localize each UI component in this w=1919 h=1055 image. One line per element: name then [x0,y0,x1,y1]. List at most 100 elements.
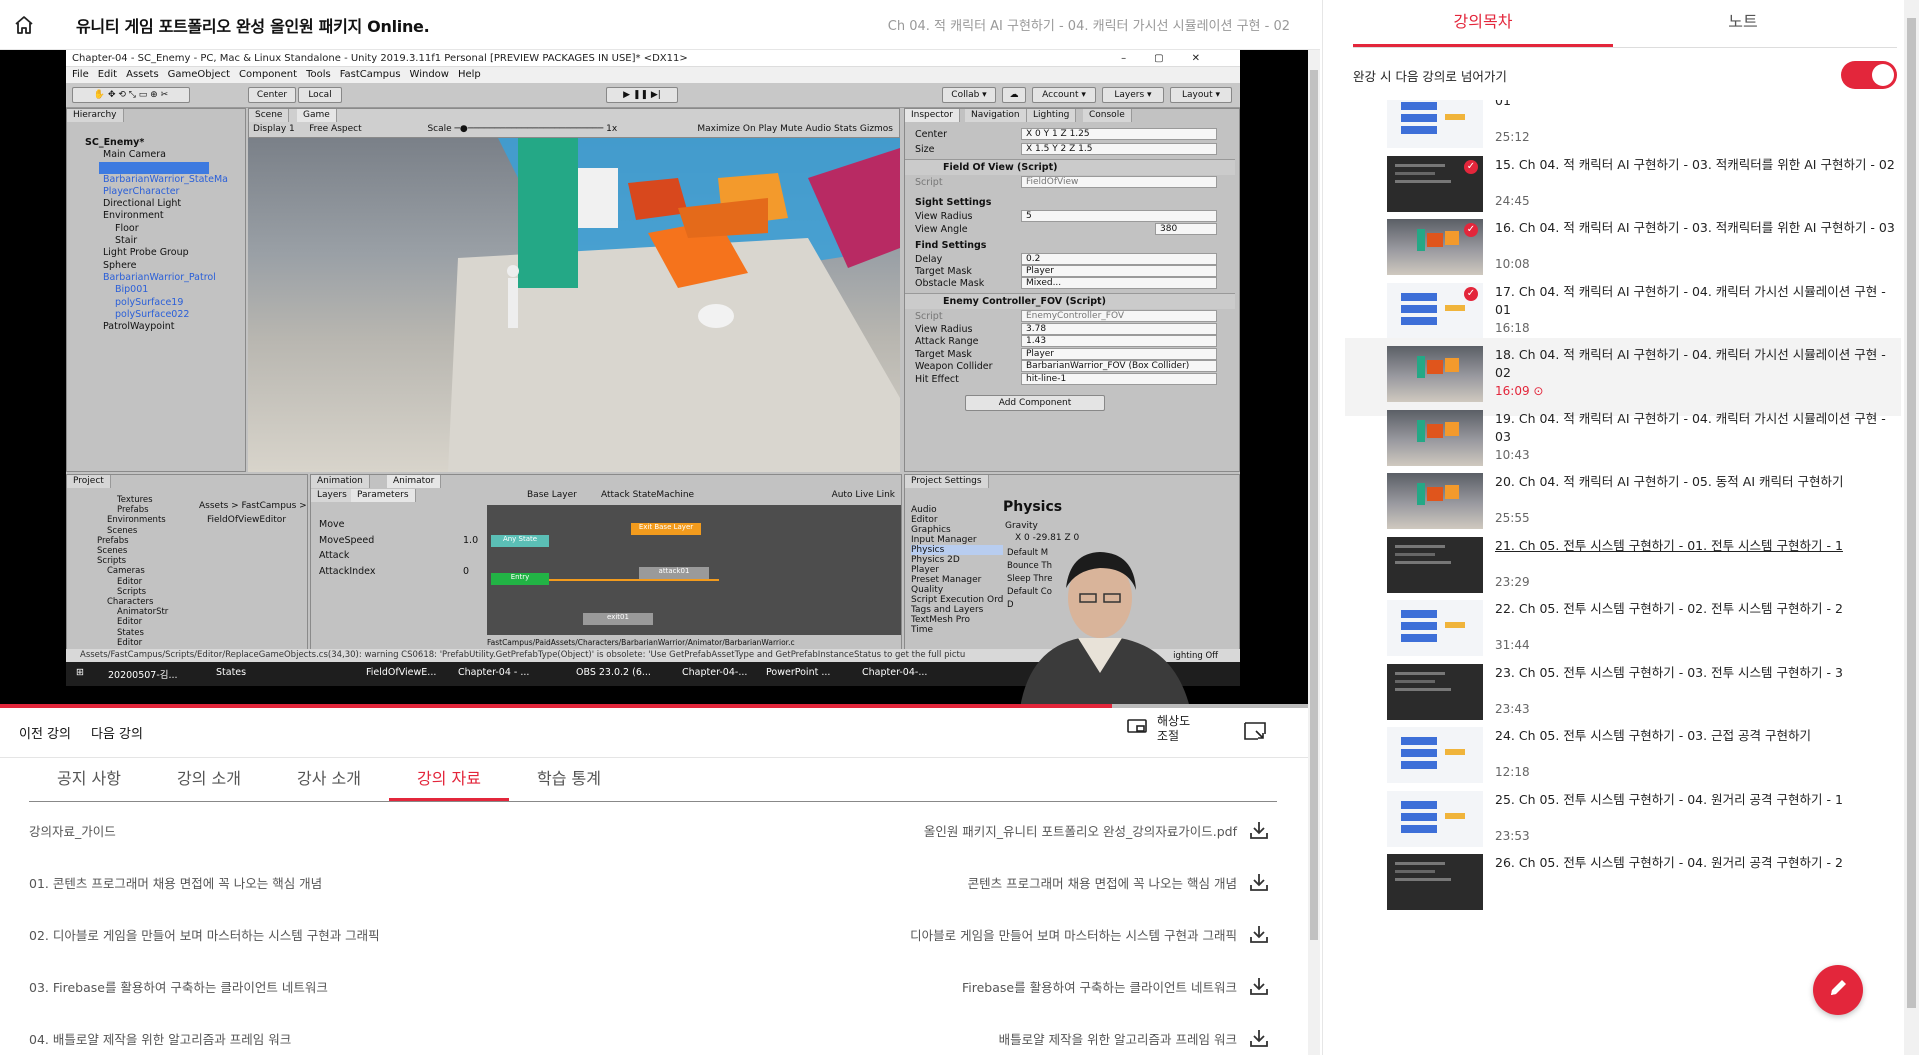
playing-icon: ⊙ [1533,384,1544,398]
menu-edit: Edit [97,69,118,80]
lecture-thumbnail: ✓ [1387,219,1483,275]
header: 유니티 게임 포트폴리오 완성 올인원 패키지 Online. Ch 04. 적… [0,0,1320,50]
lecture-title: 21. Ch 05. 전투 시스템 구현하기 - 01. 전투 시스템 구현하기… [1495,537,1843,553]
download-icon[interactable] [1249,976,1269,996]
animator-panel: Animation Animator Layers Parameters Bas… [310,474,902,650]
material-file-link[interactable]: 콘텐츠 프로그래머 채용 면접에 꼭 나오는 핵심 개념 [968,873,1237,892]
pivot-center: Center [248,87,296,103]
course-title: 유니티 게임 포트폴리오 완성 올인원 패키지 Online. [76,16,430,36]
autoplay-row: 완강 시 다음 강의로 넘어가기 [1353,58,1897,92]
animator-parameters: Move MoveSpeed 1.0 Attack AttackIndex 0 [319,519,479,577]
lecture-item[interactable]: 26. Ch 05. 전투 시스템 구현하기 - 04. 원거리 공격 구현하기… [1345,846,1901,924]
hierarchy-list: SC_Enemy* Main Camera BarbarianWarrior_S… [85,137,229,333]
material-row: 04. 배틀로얄 제작을 위한 알고리즘과 프레임 워크 배틀로얄 제작을 위한 … [29,1012,1269,1055]
game-tab: Game [297,109,337,122]
tab-instructor-intro[interactable]: 강사 소개 [269,760,389,801]
console-tab: Console [1083,109,1132,122]
material-row: 강의자료_가이드 올인원 패키지_유니티 포트폴리오 완성_강의자료가이드.pdf [29,804,1269,856]
fullscreen-icon[interactable] [1244,722,1266,744]
menu-help: Help [457,69,481,80]
tab-materials[interactable]: 강의 자료 [389,760,509,801]
lecture-thumbnail [1387,600,1483,656]
lecture-title: 16. Ch 04. 적 캐릭터 AI 구현하기 - 03. 적캐릭터를 위한 … [1495,220,1895,235]
next-lecture-button[interactable]: 다음 강의 [91,723,143,742]
material-row: 03. Firebase를 활용하여 구축하는 클라이언트 네트워크 Fireba… [29,960,1269,1012]
lecture-title: 23. Ch 05. 전투 시스템 구현하기 - 03. 전투 시스템 구현하기… [1495,664,1843,680]
note-edit-button[interactable] [1813,965,1863,1015]
tab-notes[interactable]: 노트 [1613,0,1873,47]
instructor-webcam [1000,538,1200,708]
collab-dropdown: Collab ▾ [942,87,996,103]
tab-learning-stats[interactable]: 학습 통계 [509,760,629,801]
lecture-thumbnail [1387,790,1483,847]
menu-fastcampus: FastCampus [339,69,401,80]
tab-course-intro[interactable]: 강의 소개 [149,760,269,801]
material-title: 04. 배틀로얄 제작을 위한 알고리즘과 프레임 워크 [29,1031,292,1047]
lecture-duration: 23:29 [1495,574,1530,589]
resolution-button[interactable]: 해상도 조절 [1127,714,1197,744]
lecture-duration: 16:18 [1495,320,1530,335]
lecture-title: 20. Ch 04. 적 캐릭터 AI 구현하기 - 05. 동적 AI 캐릭터… [1495,474,1844,489]
lecture-duration: 23:43 [1495,701,1530,716]
lecture-thumbnail [1387,536,1483,593]
menu-assets: Assets [126,69,159,80]
material-row: 02. 디아블로 게임을 만들어 보며 마스터하는 시스템 구현과 그래픽 디아블… [29,908,1269,960]
menu-tools: Tools [306,69,331,80]
completed-check-icon: ✓ [1464,223,1478,237]
tab-curriculum[interactable]: 강의목차 [1353,0,1613,47]
unity-menu: File Edit Assets GameObject Component Tools Fa… [66,67,1240,83]
account-dropdown: Account ▾ [1032,87,1096,103]
hierarchy-tab: Hierarchy [67,109,124,122]
download-icon[interactable] [1249,872,1269,892]
project-tab: Project [67,475,111,488]
main-scrollbar-thumb[interactable] [1310,70,1318,940]
lecture-duration: 31:44 [1495,638,1530,652]
completed-check-icon: ✓ [1464,286,1478,301]
lecture-duration: 23:53 [1495,828,1530,843]
lecture-thumbnail [1387,100,1483,148]
material-file-link[interactable]: 디아블로 게임을 만들어 보며 마스터하는 시스템 구현과 그래픽 [910,925,1237,944]
material-title: 03. Firebase를 활용하여 구축하는 클라이언트 네트워크 [29,979,328,995]
lecture-title: 26. Ch 05. 전투 시스템 구현하기 - 04. 원거리 공격 구현하기… [1495,855,1843,870]
menu-component: Component [239,69,298,80]
lecture-title: 15. Ch 04. 적 캐릭터 AI 구현하기 - 03. 적캐릭터를 위한 … [1495,156,1895,172]
windows-start-icon: ⊞ [76,667,84,678]
download-icon[interactable] [1249,1028,1269,1048]
menu-file: File [72,69,89,80]
player-controls: 이전 강의 다음 강의 해상도 조절 [0,708,1308,758]
window-controls: –▢✕ [1121,53,1228,64]
download-icon[interactable] [1249,820,1269,840]
current-lecture-title: Ch 04. 적 캐릭터 AI 구현하기 - 04. 캐릭터 가시선 시뮬레이션… [887,19,1290,34]
sidebar-scrollbar-thumb[interactable] [1907,18,1916,1008]
inspector-tab: Inspector [905,109,960,122]
material-file-link[interactable]: 올인원 패키지_유니티 포트폴리오 완성_강의자료가이드.pdf [924,821,1237,840]
material-file-link[interactable]: Firebase를 활용하여 구축하는 클라이언트 네트워크 [962,977,1237,996]
home-icon[interactable] [0,2,48,48]
lecture-title: 01 [1495,100,1511,108]
prev-lecture-button[interactable]: 이전 강의 [19,723,71,742]
material-file-link[interactable]: 배틀로얄 제작을 위한 알고리즘과 프레임 워크 [999,1029,1237,1048]
autoplay-label: 완강 시 다음 강의로 넘어가기 [1353,68,1507,84]
materials-list: 강의자료_가이드 올인원 패키지_유니티 포트폴리오 완성_강의자료가이드.pdf… [29,804,1269,1055]
lecture-duration: 16:09 ⊙ [1495,384,1544,398]
menu-window: Window [409,69,449,80]
video-player[interactable]: Chapter-04 - SC_Enemy - PC, Mac & Linux … [0,50,1308,708]
tab-notice[interactable]: 공지 사항 [29,760,149,801]
material-title: 01. 콘텐츠 프로그래머 채용 면접에 꼭 나오는 핵심 개념 [29,875,323,891]
sidebar: 강의목차 노트 완강 시 다음 강의로 넘어가기 01 25:12 ✓ 15. Ch … [1322,0,1919,1055]
add-component-button: Add Component [965,395,1105,411]
lecture-duration: 25:55 [1495,511,1530,525]
lecture-title: 19. Ch 04. 적 캐릭터 AI 구현하기 - 04. 캐릭터 가시선 시… [1495,410,1886,444]
fov-component-header: Field Of View (Script) [905,159,1235,175]
resolution-label: 해상도 조절 [1157,714,1191,743]
lecture-duration: 25:12 [1495,130,1530,144]
hierarchy-panel: Hierarchy SC_Enemy* Main Camera Barbaria… [66,108,246,472]
aspect-select: Free Aspect [309,124,362,134]
autoplay-toggle[interactable] [1841,61,1897,89]
sidebar-tabs: 강의목차 노트 [1353,0,1897,48]
completed-check-icon: ✓ [1464,159,1478,174]
lecture-title: 18. Ch 04. 적 캐릭터 AI 구현하기 - 04. 캐릭터 가시선 시… [1495,347,1886,380]
lecture-thumbnail [1387,663,1483,720]
download-icon[interactable] [1249,924,1269,944]
lecture-title: 25. Ch 05. 전투 시스템 구현하기 - 04. 원거리 공격 구현하기… [1495,791,1843,807]
